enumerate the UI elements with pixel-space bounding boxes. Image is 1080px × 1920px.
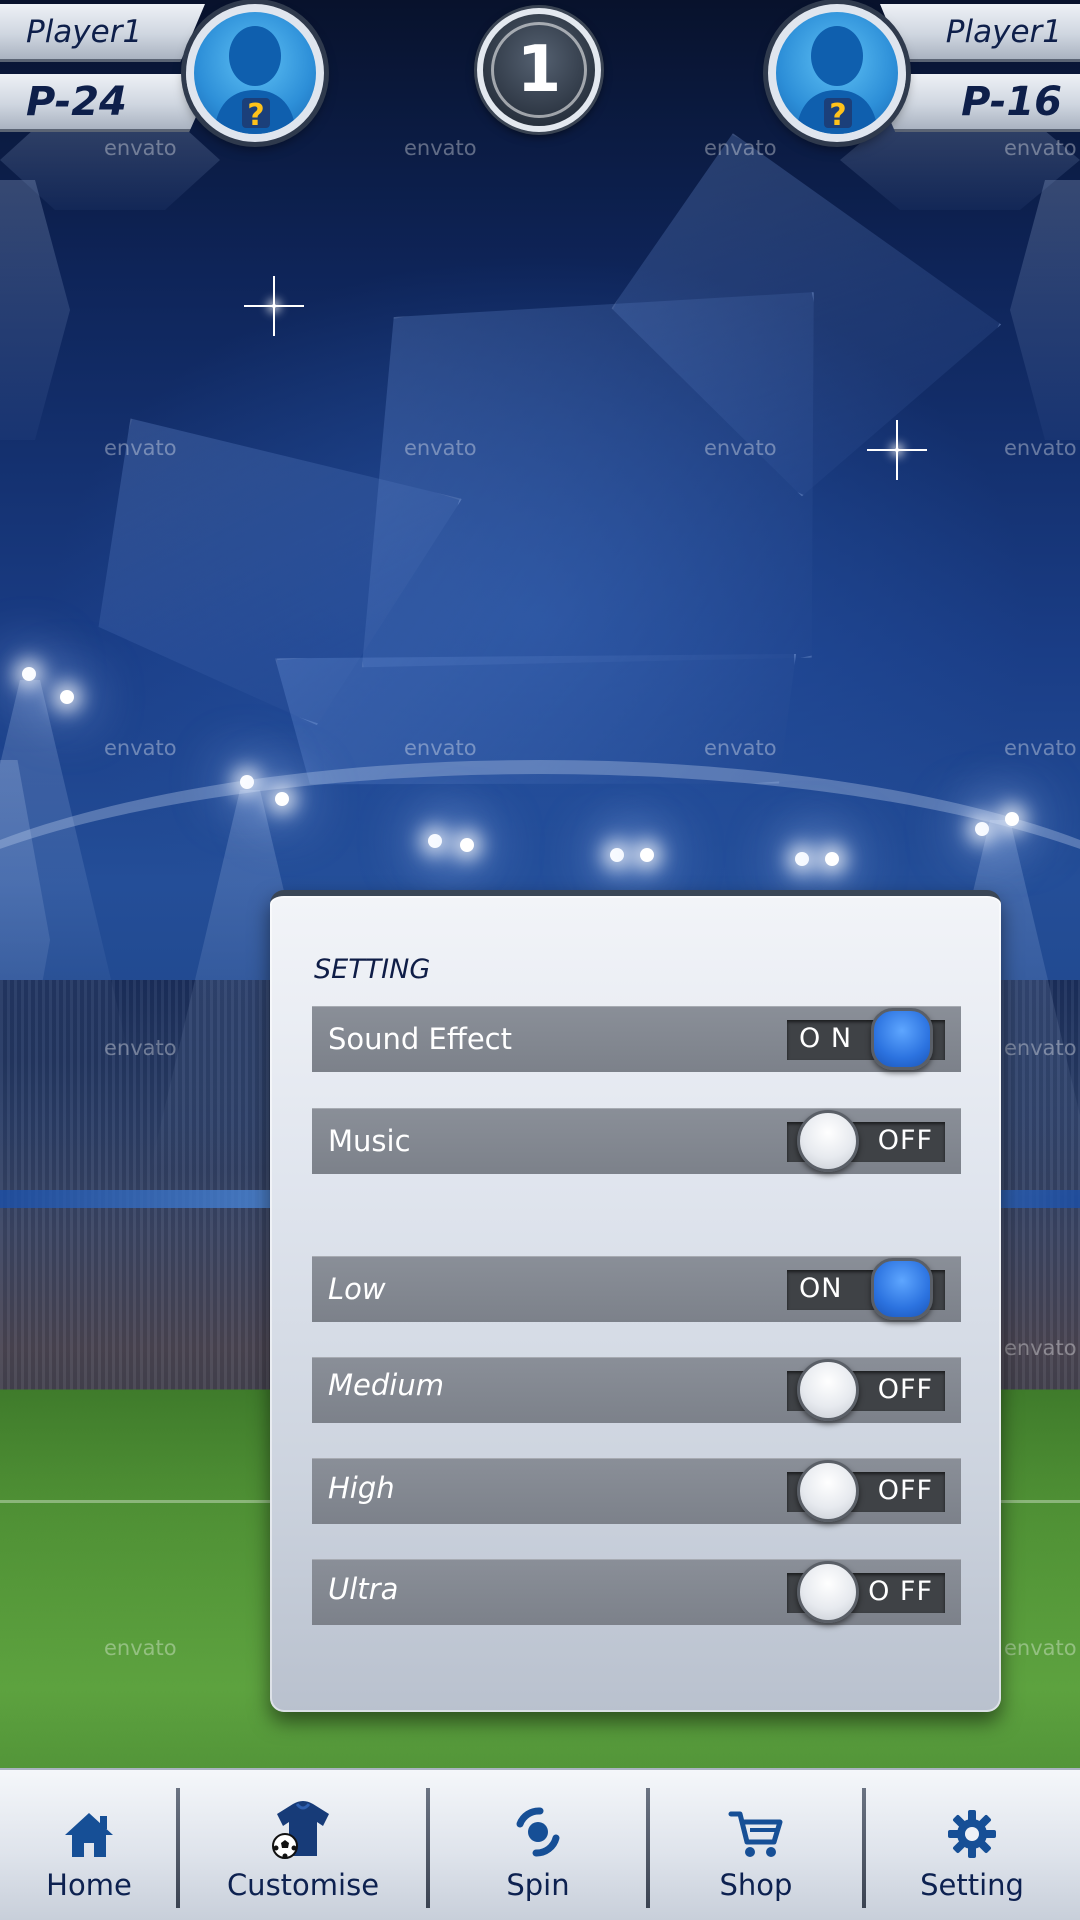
floodlight: [275, 792, 289, 806]
quality-ultra-label: Ultra: [328, 1572, 399, 1606]
round-counter: 1: [477, 8, 601, 132]
toggle-state-text: OFF: [877, 1125, 933, 1156]
watermark: envato: [704, 736, 777, 760]
floodlight: [428, 834, 442, 848]
watermark: envato: [1004, 1036, 1077, 1060]
watermark: envato: [104, 1636, 177, 1660]
toggle-knob[interactable]: [797, 1359, 859, 1421]
floodlight: [22, 667, 36, 681]
right-player-score: P-16: [961, 78, 1062, 125]
floodlight: [460, 838, 474, 852]
floodlight: [825, 852, 839, 866]
quality-low-toggle[interactable]: ON: [787, 1258, 945, 1320]
left-player-name: Player1: [26, 13, 143, 50]
toggle-knob[interactable]: [871, 1008, 933, 1070]
watermark: envato: [404, 736, 477, 760]
toggle-state-text: OFF: [877, 1475, 933, 1506]
quality-medium-label: Medium: [328, 1368, 444, 1402]
nav-item-customise[interactable]: Customise: [178, 1770, 428, 1920]
right-player-avatar[interactable]: ?: [768, 4, 906, 142]
sparkle: [867, 420, 927, 480]
watermark: envato: [704, 136, 777, 160]
quality-medium-toggle[interactable]: OFF: [787, 1359, 945, 1421]
watermark: envato: [1004, 1336, 1077, 1360]
setting-row-quality-ultra: Ultra O FF: [312, 1559, 961, 1625]
nav-label-shop: Shop: [719, 1868, 793, 1902]
left-player-name-plate: Player1: [0, 4, 205, 62]
setting-row-sound-effect: Sound Effect O N: [312, 1006, 961, 1072]
spin-icon: [510, 1802, 566, 1860]
sound-effect-toggle[interactable]: O N: [787, 1008, 945, 1070]
floodlight: [975, 822, 989, 836]
toggle-knob[interactable]: [797, 1561, 859, 1623]
nav-item-home[interactable]: Home: [0, 1770, 178, 1920]
question-mark: ?: [829, 98, 846, 133]
nav-item-shop[interactable]: Shop: [648, 1770, 864, 1920]
toggle-knob[interactable]: [871, 1258, 933, 1320]
player-silhouette-icon: ?: [214, 26, 296, 134]
toggle-state-text: ON: [799, 1273, 843, 1304]
left-player-score-plate: P-24: [0, 74, 215, 132]
floodlight: [610, 848, 624, 862]
player-silhouette-icon: ?: [796, 26, 878, 134]
floodlight: [640, 848, 654, 862]
floodlight: [1005, 812, 1019, 826]
question-mark: ?: [247, 98, 264, 133]
watermark: envato: [104, 136, 177, 160]
music-label: Music: [328, 1124, 411, 1158]
nav-label-home: Home: [46, 1868, 132, 1902]
watermark: envato: [1004, 136, 1077, 160]
floodlight: [60, 690, 74, 704]
cart-icon: [728, 1802, 784, 1860]
watermark: envato: [1004, 1636, 1077, 1660]
sparkle: [244, 276, 304, 336]
toggle-state-text: OFF: [877, 1374, 933, 1405]
watermark: envato: [104, 1036, 177, 1060]
watermark: envato: [1004, 736, 1077, 760]
setting-row-quality-high: High OFF: [312, 1458, 961, 1524]
jersey-ball-icon: [271, 1801, 335, 1860]
toggle-knob[interactable]: [797, 1110, 859, 1172]
nav-label-spin: Spin: [506, 1868, 570, 1902]
setting-row-quality-medium: Medium OFF: [312, 1357, 961, 1423]
toggle-knob[interactable]: [797, 1460, 859, 1522]
nav-item-setting[interactable]: Setting: [864, 1770, 1080, 1920]
left-player-avatar[interactable]: ?: [186, 4, 324, 142]
sound-effect-label: Sound Effect: [328, 1022, 512, 1056]
nav-label-setting: Setting: [920, 1868, 1024, 1902]
quality-low-label: Low: [328, 1272, 386, 1306]
music-toggle[interactable]: OFF: [787, 1110, 945, 1172]
watermark: envato: [104, 436, 177, 460]
watermark: envato: [704, 436, 777, 460]
setting-row-music: Music OFF: [312, 1108, 961, 1174]
watermark: envato: [404, 136, 477, 160]
watermark: envato: [1004, 436, 1077, 460]
gear-icon: [946, 1802, 998, 1860]
watermark: envato: [104, 736, 177, 760]
settings-title: SETTING: [314, 954, 431, 985]
bottom-nav: Home Customise Spin Shop Setting: [0, 1768, 1080, 1920]
toggle-state-text: O N: [799, 1023, 853, 1054]
floodlight: [795, 852, 809, 866]
settings-panel: SETTING Sound Effect O N Music OFF Low O…: [270, 890, 1001, 1712]
nav-label-customise: Customise: [226, 1868, 380, 1902]
round-number: 1: [516, 33, 562, 107]
right-player-name-plate: Player1: [880, 4, 1080, 62]
quality-ultra-toggle[interactable]: O FF: [787, 1561, 945, 1623]
quality-high-label: High: [328, 1471, 395, 1505]
right-player-name: Player1: [945, 13, 1062, 50]
toggle-state-text: O FF: [868, 1576, 933, 1607]
floodlight: [240, 775, 254, 789]
quality-high-toggle[interactable]: OFF: [787, 1460, 945, 1522]
watermark: envato: [404, 436, 477, 460]
home-icon: [62, 1802, 116, 1860]
nav-item-spin[interactable]: Spin: [428, 1770, 648, 1920]
left-player-score: P-24: [26, 78, 127, 125]
setting-row-quality-low: Low ON: [312, 1256, 961, 1322]
